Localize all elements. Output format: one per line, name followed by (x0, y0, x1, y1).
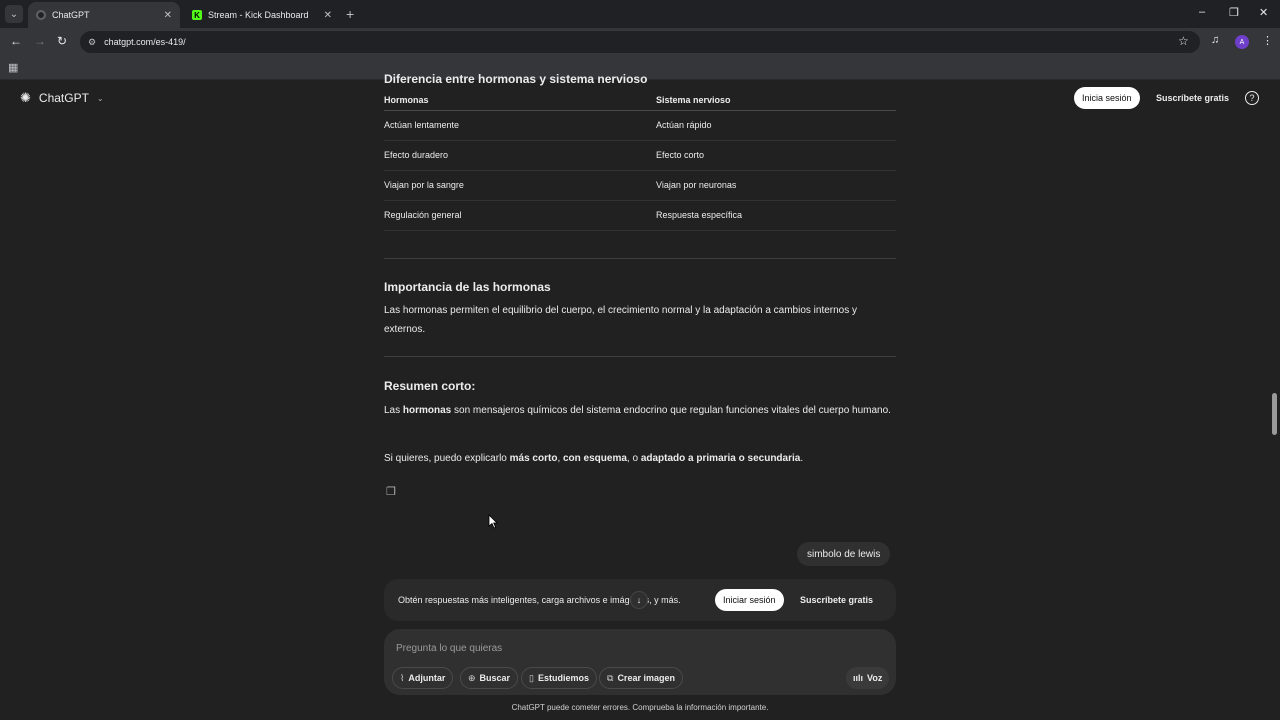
chat-page: Diferencia entre hormonas y sistema nerv… (0, 72, 1280, 720)
table-cell: Efecto duradero (384, 140, 656, 171)
media-controls-icon[interactable]: ♫ (1211, 34, 1219, 46)
bookmark-star-icon[interactable]: ☆ (1178, 34, 1189, 48)
globe-icon: ⊕ (468, 672, 476, 683)
search-button[interactable]: ⊕ Buscar (460, 667, 519, 689)
prompt-input[interactable] (396, 637, 856, 659)
attach-button[interactable]: ⌇ Adjuntar (392, 667, 454, 689)
table-cell: Respuesta específica (656, 200, 896, 231)
divider (384, 356, 896, 357)
table-row: Actúan lentamente Actúan rápido (384, 110, 896, 141)
tab-kick-dashboard[interactable]: K Stream - Kick Dashboard ✕ (184, 2, 340, 28)
summary-paragraph: Las hormonas son mensajeros químicos del… (384, 405, 891, 416)
chatgpt-logo-icon: ✺ (20, 90, 31, 105)
table-cell: Efecto corto (656, 140, 896, 171)
table-row: Viajan por la sangre Viajan por neuronas (384, 170, 896, 201)
banner-login-button[interactable]: Iniciar sesión (715, 589, 784, 611)
forward-arrow-icon[interactable]: → (34, 34, 46, 48)
reload-icon[interactable]: ↻ (57, 34, 67, 48)
url-text: chatgpt.com/es-419/ (104, 37, 186, 47)
apps-grid-icon[interactable]: ▦ (8, 61, 18, 74)
tab-chatgpt[interactable]: ✺ ChatGPT ✕ (28, 2, 180, 28)
tab-title: ChatGPT (52, 10, 90, 20)
site-info-icon[interactable]: ⚙ (88, 37, 96, 48)
login-button[interactable]: Inicia sesión (1074, 87, 1140, 109)
help-icon[interactable]: ? (1245, 91, 1259, 105)
tab-close-icon[interactable]: ✕ (164, 10, 172, 21)
voice-button[interactable]: ıılı Voz (846, 667, 890, 689)
importance-paragraph: Las hormonas permiten el equilibrio del … (384, 305, 858, 335)
chip-label: Crear imagen (617, 673, 675, 683)
mouse-cursor-icon (488, 514, 498, 529)
table-cell: Viajan por neuronas (656, 170, 896, 201)
tab-close-icon[interactable]: ✕ (324, 10, 332, 21)
banner-signup-button[interactable]: Suscríbete gratis (794, 589, 879, 611)
new-tab-button[interactable]: + (346, 6, 354, 22)
composer: ⌇ Adjuntar ⊕ Buscar ▯ Estudiemos ⧉ Crear… (384, 629, 896, 695)
importance-heading: Importancia de las hormonas (384, 280, 551, 294)
table-row: Regulación general Respuesta específica (384, 200, 896, 231)
image-icon: ⧉ (607, 672, 614, 683)
chip-label: Adjuntar (408, 673, 446, 683)
user-message: simbolo de lewis (797, 542, 891, 566)
paperclip-icon: ⌇ (400, 672, 405, 683)
table-cell: Regulación general (384, 200, 656, 231)
study-button[interactable]: ▯ Estudiemos (521, 667, 597, 689)
restore-button[interactable]: ❐ (1229, 6, 1239, 19)
chatgpt-favicon-icon: ✺ (36, 10, 46, 20)
table-header-row: Hormonas Sistema nervioso (384, 90, 896, 111)
summary-heading: Resumen corto: (384, 379, 476, 393)
browser-toolbar: ← → ↻ ⚙ chatgpt.com/es-419/ ☆ ♫ ⋮ (0, 28, 1280, 56)
scrollbar-thumb[interactable] (1272, 393, 1277, 435)
create-image-button[interactable]: ⧉ Crear imagen (599, 667, 683, 689)
tab-search-chevron-icon[interactable]: ⌄ (5, 5, 23, 23)
kick-favicon-icon: K (192, 10, 202, 20)
copy-icon[interactable]: ❐ (386, 485, 396, 498)
brand-name: ChatGPT (38, 91, 89, 105)
waveform-icon: ıılı (853, 673, 864, 683)
close-window-button[interactable]: ✕ (1259, 6, 1268, 19)
comparison-table: Hormonas Sistema nervioso Actúan lentame… (384, 90, 896, 231)
browser-tab-bar: ⌄ ✺ ChatGPT ✕ K Stream - Kick Dashboard … (0, 0, 1280, 28)
scroll-down-arrow-icon[interactable]: ↓ (630, 591, 648, 609)
signup-button[interactable]: Suscríbete gratis (1150, 87, 1235, 109)
chip-label: Buscar (479, 673, 511, 683)
table-cell: Actúan rápido (656, 110, 896, 141)
section-heading-differences: Diferencia entre hormonas y sistema nerv… (384, 72, 648, 86)
minimize-button[interactable]: – (1199, 6, 1205, 18)
back-arrow-icon[interactable]: ← (10, 34, 22, 48)
profile-avatar[interactable]: A (1235, 35, 1249, 49)
disclaimer-text: ChatGPT puede cometer errores. Comprueba… (511, 703, 769, 712)
book-icon: ▯ (529, 672, 534, 683)
table-cell: Actúan lentamente (384, 110, 656, 141)
table-row: Efecto duradero Efecto corto (384, 140, 896, 171)
address-bar[interactable]: ⚙ chatgpt.com/es-419/ (80, 31, 1200, 53)
table-cell: Viajan por la sangre (384, 170, 656, 201)
chip-label: Estudiemos (537, 673, 589, 683)
column-header: Hormonas (384, 90, 656, 111)
browser-menu-icon[interactable]: ⋮ (1262, 34, 1273, 47)
chevron-down-icon: ⌄ (96, 93, 104, 103)
column-header: Sistema nervioso (656, 90, 896, 111)
offer-paragraph: Si quieres, puedo explicarlo más corto, … (384, 453, 804, 464)
voice-label: Voz (867, 673, 883, 683)
upsell-banner: Obtén respuestas más inteligentes, carga… (384, 579, 896, 621)
tab-title: Stream - Kick Dashboard (208, 10, 309, 20)
model-selector[interactable]: ✺ ChatGPT ⌄ (20, 90, 104, 106)
divider (384, 258, 896, 259)
